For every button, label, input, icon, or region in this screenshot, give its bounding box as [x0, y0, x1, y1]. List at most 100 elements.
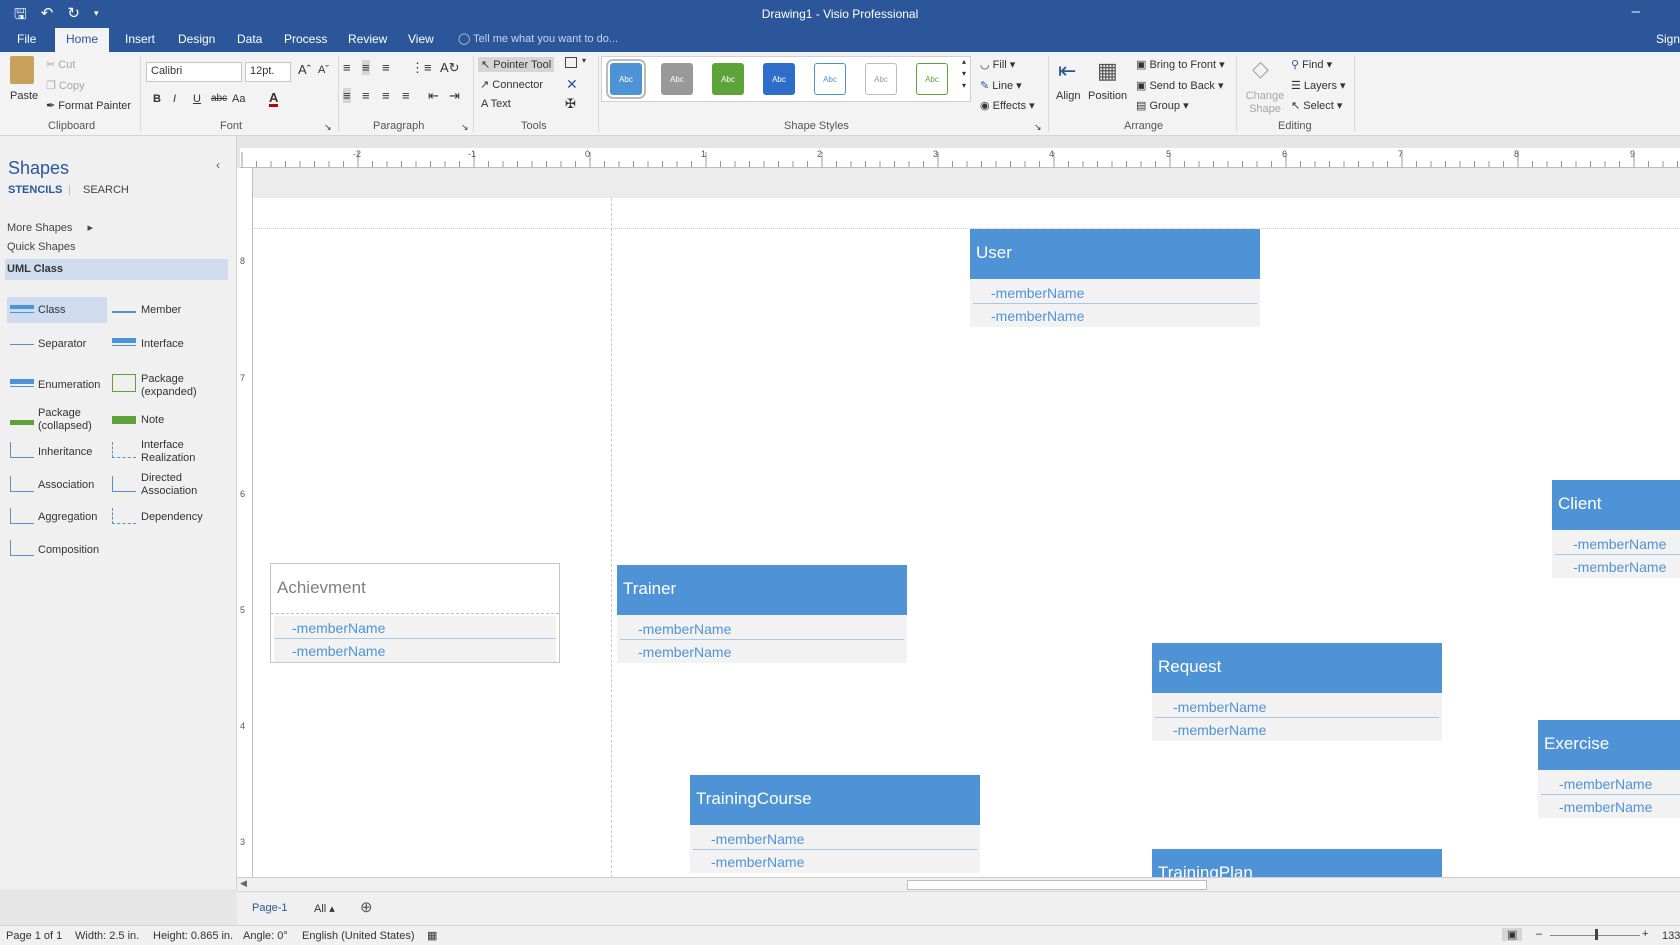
tell-me-search[interactable]: ◯ Tell me what you want to do...	[458, 32, 618, 45]
status-page[interactable]: Page 1 of 1	[6, 930, 62, 942]
find-button[interactable]: ⚲ Find ▾	[1291, 58, 1332, 71]
master-package-expanded[interactable]: Package (expanded)	[141, 373, 221, 399]
quick-shapes-item[interactable]: Quick Shapes	[7, 241, 75, 253]
align-top-icon[interactable]: ≡	[343, 60, 351, 75]
uml-class-request[interactable]: Request -memberName -memberName	[1152, 643, 1442, 741]
close-icon[interactable]: ✕	[566, 76, 578, 93]
connector-button[interactable]: ↗ Connector	[480, 78, 543, 91]
text-direction-icon[interactable]: A↻	[440, 60, 460, 76]
more-shapes-item[interactable]: More Shapes ▸	[7, 221, 93, 234]
bullets-icon[interactable]: ⋮≡	[411, 60, 432, 76]
class-name[interactable]: Trainer	[617, 565, 907, 615]
align-bottom-icon[interactable]: ≡	[382, 60, 390, 75]
tab-page-1[interactable]: Page-1	[252, 902, 287, 914]
decrease-indent-icon[interactable]: ⇤	[428, 88, 439, 104]
align-middle-icon[interactable]: ≡	[362, 60, 370, 75]
master-class[interactable]: Class	[38, 304, 66, 317]
group-button[interactable]: ▤ Group ▾	[1136, 99, 1189, 112]
class-member[interactable]: -memberName	[973, 281, 1257, 304]
scroll-left-icon[interactable]: ◀	[240, 878, 247, 889]
zoom-slider-thumb[interactable]	[1595, 929, 1598, 940]
master-composition[interactable]: Composition	[38, 544, 99, 557]
clipboard-icon[interactable]	[10, 56, 34, 84]
effects-button[interactable]: ◉ Effects ▾	[980, 99, 1035, 112]
uml-class-stencil[interactable]: UML Class	[7, 263, 63, 275]
bring-to-front-button[interactable]: ▣ Bring to Front ▾	[1136, 58, 1225, 71]
underline-button[interactable]: U	[193, 93, 201, 105]
master-package-collapsed[interactable]: Package (collapsed)	[38, 407, 98, 433]
class-name[interactable]: TrainingCourse	[690, 775, 980, 825]
uml-class-exercise[interactable]: Exercise -memberName -memberName	[1538, 720, 1680, 818]
italic-button[interactable]: I	[173, 93, 176, 105]
class-member[interactable]: -memberName	[274, 639, 556, 662]
layers-button[interactable]: ☰ Layers ▾	[1291, 79, 1346, 92]
align-center-icon[interactable]: ≡	[362, 88, 370, 103]
uml-class-user[interactable]: User -memberName -memberName	[970, 229, 1260, 327]
text-tool-button[interactable]: A Text	[481, 98, 511, 110]
add-page-icon[interactable]: ⊕	[360, 898, 373, 916]
connection-point-icon[interactable]: ✠	[565, 96, 576, 112]
sign-in-link[interactable]: Sign	[1656, 32, 1680, 46]
change-shape-icon[interactable]: ◇	[1252, 56, 1269, 82]
class-name[interactable]: Achievment	[271, 564, 559, 614]
align-left-icon[interactable]: ≡	[343, 88, 351, 103]
style-swatch-dark-blue[interactable]: Abc	[763, 63, 795, 95]
class-name[interactable]: User	[970, 229, 1260, 279]
position-button[interactable]: Position	[1088, 90, 1127, 102]
class-member[interactable]: -memberName	[1541, 772, 1680, 795]
gallery-scroll-icon[interactable]: ▴ ▾ ▾	[962, 56, 966, 92]
style-swatch-gray[interactable]: Abc	[661, 63, 693, 95]
class-member[interactable]: -memberName	[620, 617, 904, 640]
master-directed-association[interactable]: Directed Association	[141, 472, 221, 498]
align-icon[interactable]: ⇤	[1058, 58, 1076, 84]
align-button[interactable]: Align	[1056, 90, 1080, 102]
select-button[interactable]: ↖ Select ▾	[1291, 99, 1342, 112]
strikethrough-button[interactable]: abc	[211, 93, 227, 104]
font-dialog-launcher-icon[interactable]: ↘	[324, 122, 332, 133]
style-swatch-blue-selected[interactable]: Abc	[606, 59, 646, 99]
master-aggregation[interactable]: Aggregation	[38, 511, 97, 524]
uml-class-trainingplan[interactable]: TrainingPlan	[1152, 849, 1442, 877]
scrollbar-thumb[interactable]	[907, 880, 1207, 890]
class-member[interactable]: -memberName	[1555, 532, 1680, 555]
style-swatch-outline-green[interactable]: Abc	[916, 63, 948, 95]
justify-icon[interactable]: ≡	[402, 88, 410, 103]
master-dependency[interactable]: Dependency	[141, 511, 203, 524]
master-enumeration[interactable]: Enumeration	[38, 379, 100, 392]
status-language[interactable]: English (United States)	[302, 930, 415, 942]
bold-button[interactable]: B	[153, 93, 161, 105]
pointer-tool-button[interactable]: ↖ Pointer Tool	[478, 57, 555, 72]
uml-class-trainingcourse[interactable]: TrainingCourse -memberName -memberName	[690, 775, 980, 873]
tab-insert[interactable]: Insert	[125, 32, 155, 46]
copy-button[interactable]: ❐ Copy	[46, 79, 85, 92]
align-right-icon[interactable]: ≡	[382, 88, 390, 103]
tab-review[interactable]: Review	[348, 32, 387, 46]
paste-button[interactable]: Paste	[10, 90, 38, 102]
shrink-font-icon[interactable]: Aˇ	[318, 64, 329, 76]
master-interface[interactable]: Interface	[141, 338, 184, 351]
position-icon[interactable]: ▦	[1097, 58, 1118, 84]
class-member[interactable]: -memberName	[1155, 695, 1439, 718]
style-swatch-outline-gray[interactable]: Abc	[865, 63, 897, 95]
horizontal-scrollbar[interactable]: ◀	[237, 877, 1680, 891]
class-member[interactable]: -memberName	[1155, 718, 1439, 741]
increase-indent-icon[interactable]: ⇥	[449, 88, 460, 104]
minimize-icon[interactable]: –	[1632, 3, 1640, 20]
style-swatch-green[interactable]: Abc	[712, 63, 744, 95]
class-name[interactable]: TrainingPlan	[1152, 849, 1442, 877]
tab-view[interactable]: View	[408, 32, 434, 46]
zoom-level[interactable]: 133	[1662, 930, 1680, 942]
font-color-button[interactable]: A	[269, 91, 279, 107]
tab-data[interactable]: Data	[237, 32, 262, 46]
font-size-select[interactable]: 12pt.	[245, 62, 291, 82]
class-member[interactable]: -memberName	[693, 827, 977, 850]
tab-file[interactable]: File	[17, 32, 36, 46]
master-member[interactable]: Member	[141, 304, 181, 317]
class-member[interactable]: -memberName	[1541, 795, 1680, 818]
class-member[interactable]: -memberName	[274, 616, 556, 639]
shape-styles-dialog-launcher-icon[interactable]: ↘	[1034, 122, 1042, 133]
uml-class-achievment-selected[interactable]: Achievment -memberName -memberName	[270, 563, 560, 663]
grow-font-icon[interactable]: Aˆ	[298, 62, 311, 77]
macro-record-icon[interactable]: ▦	[427, 929, 437, 942]
master-interface-realization[interactable]: Interface Realization	[141, 439, 221, 465]
